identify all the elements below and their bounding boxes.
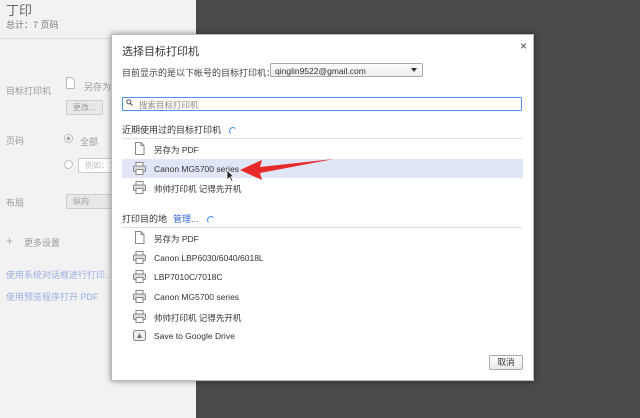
change-destination-button[interactable]: 更改... [66,100,103,115]
more-settings-link[interactable]: 更多设置 [24,236,60,249]
printer-name: 帅帅打印机 记得先开机 [154,184,242,194]
destination-row[interactable]: 另存为 PDF [122,228,523,247]
manage-link[interactable]: 管理... [173,214,199,224]
document-icon [135,231,145,244]
printer-name: 另存为 PDF [154,145,199,155]
destination-row[interactable]: Save to Google Drive [122,326,523,345]
mouse-cursor-icon [226,169,235,182]
radio-custom[interactable] [64,160,73,169]
printer-search-input[interactable]: 搜索目标打印机 [122,97,522,111]
pages-label: 页码 [6,136,25,146]
loading-spinner-icon [229,126,238,135]
google-drive-icon [133,330,146,341]
page-total: 总计：7 页码 [6,20,59,30]
destination-name: 帅帅打印机 记得先开机 [154,313,242,323]
printer-icon [133,162,146,175]
printer-icon [133,310,146,323]
destination-row[interactable]: Canon MG5700 series [122,287,523,306]
printer-icon [133,290,146,303]
printer-icon [133,181,146,194]
loading-spinner-icon [206,215,215,224]
annotation-arrow-icon [240,159,334,180]
destinations-heading-label: 打印目的地 [122,214,168,224]
destination-name: LBP7010C/7018C [154,272,223,282]
destination-name: Canon LBP6030/6040/6018L [154,253,264,263]
print-title: 丁印 [6,3,33,18]
destination-value: 另存为 [84,82,112,92]
destinations-heading: 打印目的地 管理... [122,212,215,225]
document-icon [66,77,75,89]
layout-label: 布局 [6,198,25,208]
destination-name: Canon MG5700 series [154,292,240,302]
dialog-title: 选择目标打印机 [122,46,199,58]
chevron-down-icon [411,68,417,72]
account-select[interactable]: qinglin9522@gmail.com [270,63,423,77]
search-icon [126,99,133,106]
destination-row[interactable]: Canon LBP6030/6040/6018L [122,248,523,267]
recent-heading: 近期使用过的目标打印机 [122,123,238,136]
destination-row[interactable]: LBP7010C/7018C [122,267,523,286]
open-pdf-link[interactable]: 使用预览程序打开 PDF [6,290,99,303]
plus-icon: + [6,234,14,248]
printer-icon [133,251,146,264]
printer-icon [133,270,146,283]
destination-name: 另存为 PDF [154,234,199,244]
printer-select-dialog: 选择目标打印机 × 目前显示的是以下帐号的目标打印机： qinglin9522@… [111,34,534,381]
destination-label: 目标打印机 [6,86,52,96]
document-icon [135,142,145,155]
recent-heading-label: 近期使用过的目标打印机 [122,125,222,135]
account-label: 目前显示的是以下帐号的目标打印机： [122,68,276,78]
close-icon[interactable]: × [520,39,527,53]
search-placeholder: 搜索目标打印机 [139,100,199,110]
pages-all-label: 全部 [80,137,99,147]
radio-all[interactable] [64,134,73,143]
destination-row[interactable]: 帅帅打印机 记得先开机 [122,307,523,326]
destination-name: Save to Google Drive [154,331,235,341]
account-value: qinglin9522@gmail.com [275,66,366,76]
cancel-button[interactable]: 取消 [489,355,523,370]
